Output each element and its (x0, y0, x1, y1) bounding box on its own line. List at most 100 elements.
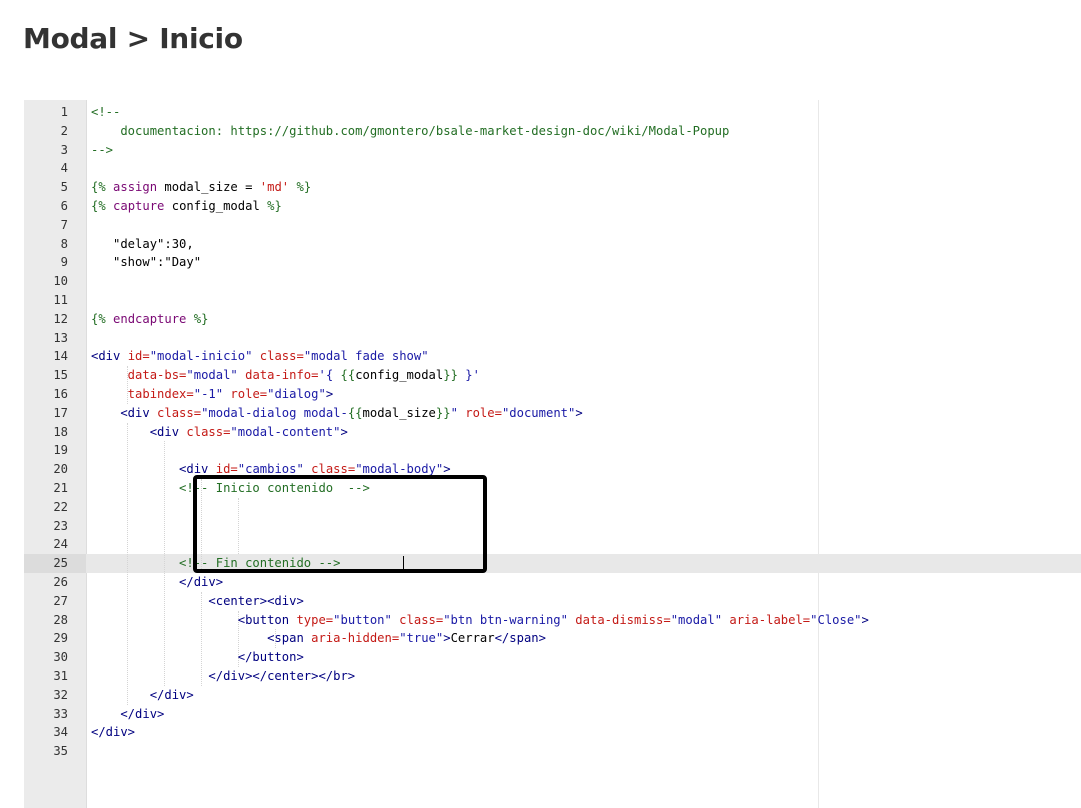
code-token: = (237, 180, 260, 195)
code-line[interactable]: 34 </div> (24, 723, 1081, 742)
code-token: modal_size (362, 405, 436, 420)
code-line[interactable]: 2 documentacion: https://github.com/gmon… (24, 122, 1081, 141)
line-number: 19 (53, 443, 68, 458)
code-line[interactable]: 25 <!-- Fin contenido --> (24, 554, 1081, 573)
code-token: tabindex= (91, 386, 194, 401)
code-token: config_modal (355, 368, 444, 383)
code-token: <span (91, 631, 312, 646)
code-line[interactable]: 23 (24, 517, 1081, 536)
line-number: 8 (60, 236, 68, 251)
code-line[interactable]: 1 <!-- (24, 103, 1081, 122)
code-line[interactable]: 27 <center><div> (24, 592, 1081, 611)
line-number: 22 (53, 499, 68, 514)
code-token: %} (259, 198, 282, 213)
code-line[interactable]: 18 <div class="modal-content"> (24, 423, 1081, 442)
line-number: 16 (53, 386, 68, 401)
code-token: data-info= (237, 368, 319, 383)
code-token: > (443, 631, 451, 646)
line-number: 26 (53, 574, 68, 589)
code-line[interactable]: 15 data-bs="modal" data-info='{ {{config… (24, 366, 1081, 385)
code-token: Cerrar (450, 631, 495, 646)
line-code: <div class="modal-dialog modal-{{modal_s… (91, 404, 582, 423)
code-line[interactable]: 3 --> (24, 141, 1081, 160)
code-line[interactable]: 8 "delay":30, (24, 235, 1081, 254)
code-token: role= (223, 386, 268, 401)
code-token: </div> (91, 706, 165, 721)
line-code: "show":"Day" (91, 253, 201, 272)
code-token: {% (91, 198, 106, 213)
code-token: --> (91, 142, 114, 157)
code-line[interactable]: 17 <div class="modal-dialog modal-{{moda… (24, 404, 1081, 423)
code-token: <div (91, 405, 158, 420)
code-line[interactable]: 5 {% assign modal_size = 'md' %} (24, 178, 1081, 197)
code-token: class= (186, 424, 231, 439)
code-line[interactable]: 13 (24, 329, 1081, 348)
code-line[interactable]: 4 (24, 159, 1081, 178)
code-token: modal_size (164, 180, 238, 195)
line-number: 20 (53, 462, 68, 477)
code-token: }' (457, 368, 480, 383)
code-line[interactable]: 6 {% capture config_modal %} (24, 197, 1081, 216)
code-line[interactable]: 24 (24, 535, 1081, 554)
code-token: documentacion: https://github.com/gmonte… (91, 123, 730, 138)
code-token: > (340, 424, 348, 439)
line-number: 4 (60, 161, 68, 176)
code-token: assign (105, 180, 165, 195)
line-number: 27 (53, 593, 68, 608)
code-line[interactable]: 33 </div> (24, 705, 1081, 724)
code-token: </span> (494, 631, 546, 646)
code-token: "modal" (670, 612, 723, 627)
code-token: '{ (318, 368, 341, 383)
code-line[interactable]: 28 <button type="button" class="btn btn-… (24, 611, 1081, 630)
line-code: documentacion: https://github.com/gmonte… (91, 122, 729, 141)
code-token: "modal-dialog modal- (201, 405, 348, 420)
code-token: data-dismiss= (567, 612, 671, 627)
code-token: "modal-content" (230, 424, 341, 439)
page-title: Modal > Inicio (23, 22, 243, 55)
code-token: > (325, 386, 334, 401)
code-token: {{ (347, 405, 363, 420)
code-token: </button> (91, 650, 304, 665)
code-line[interactable]: 35 (24, 742, 1081, 761)
code-editor[interactable]: 1 <!-- 2 documentacion: https://github.com… (24, 100, 1081, 808)
line-code: </div> (91, 723, 135, 742)
line-number: 31 (53, 668, 68, 683)
code-line[interactable]: 21 <!-- Inicio contenido --> (24, 479, 1081, 498)
code-token: config_modal (171, 198, 260, 213)
code-line[interactable]: 16 tabindex="-1" role="dialog"> (24, 385, 1081, 404)
code-line[interactable]: 19 (24, 441, 1081, 460)
line-code: {% assign modal_size = 'md' %} (91, 178, 311, 197)
line-number: 34 (53, 725, 68, 740)
code-line[interactable]: 11 (24, 291, 1081, 310)
line-code: "delay":30, (91, 235, 194, 254)
code-token: <div (91, 349, 128, 364)
line-code: </div></center></br> (91, 667, 355, 686)
code-line[interactable]: 31 </div></center></br> (24, 667, 1081, 686)
line-number: 24 (53, 537, 68, 552)
code-token: type= (296, 612, 334, 627)
line-number: 30 (53, 650, 68, 665)
code-line[interactable]: 14 <div id="modal-inicio" class="modal fa… (24, 347, 1081, 366)
code-line[interactable]: 10 (24, 272, 1081, 291)
line-code: </button> (91, 648, 304, 667)
line-code: {% endcapture %} (91, 310, 208, 329)
code-token: {% (91, 180, 106, 195)
code-lines[interactable]: 1 <!-- 2 documentacion: https://github.com… (24, 103, 1081, 761)
line-code: <div id="modal-inicio" class="modal fade… (91, 347, 429, 366)
code-line[interactable]: 30 </button> (24, 648, 1081, 667)
code-line[interactable]: 32 </div> (24, 686, 1081, 705)
line-number: 17 (53, 405, 68, 420)
code-line[interactable]: 20 <div id="cambios" class="modal-body"> (24, 460, 1081, 479)
line-code: </div> (91, 573, 223, 592)
line-number: 15 (53, 368, 68, 383)
code-line[interactable]: 29 <span aria-hidden="true">Cerrar</span… (24, 629, 1081, 648)
code-line[interactable]: 9 "show":"Day" (24, 253, 1081, 272)
code-token: "modal" (186, 368, 238, 383)
code-line[interactable]: 22 (24, 498, 1081, 517)
line-number: 13 (53, 330, 68, 345)
code-line[interactable]: 12 {% endcapture %} (24, 310, 1081, 329)
code-line[interactable]: 26 </div> (24, 573, 1081, 592)
line-number: 9 (60, 255, 68, 270)
code-line[interactable]: 7 (24, 216, 1081, 235)
line-number: 23 (53, 518, 68, 533)
